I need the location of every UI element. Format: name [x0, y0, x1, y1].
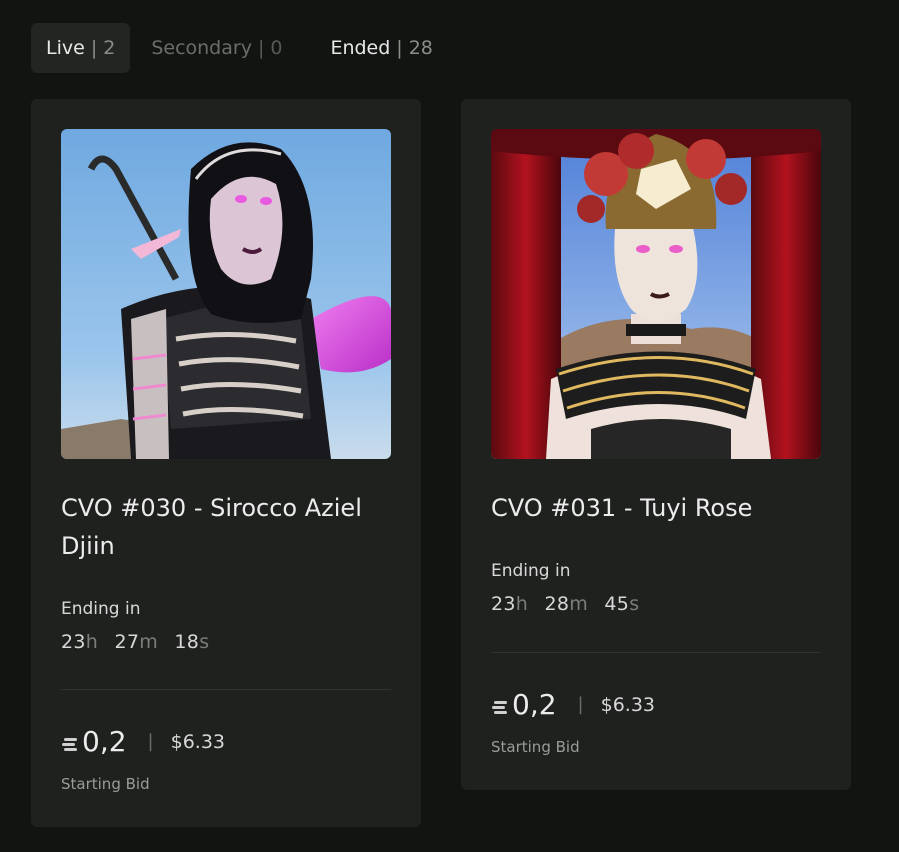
tab-ended[interactable]: Ended | 28 [315, 23, 447, 73]
tab-label: Secondary [151, 37, 252, 59]
countdown-hours: 23 [491, 593, 516, 615]
bid-row: 0,2 | $6.33 [491, 688, 655, 721]
bid-separator: | [577, 694, 584, 715]
tab-live[interactable]: Live | 2 [31, 23, 131, 73]
ending-in-label: Ending in [491, 561, 571, 581]
countdown-hours: 23 [61, 631, 86, 653]
tab-label: Live [46, 37, 85, 59]
seconds-unit: s [199, 631, 210, 653]
nft-title[interactable]: CVO #031 - Tuyi Rose [491, 489, 826, 527]
tab-separator: | [396, 37, 403, 59]
usd-value: $6.33 [600, 693, 656, 716]
tab-secondary[interactable]: Secondary | 0 [136, 23, 297, 73]
countdown-minutes: 28 [544, 593, 570, 615]
minutes-unit: m [569, 593, 589, 615]
minutes-unit: m [139, 631, 159, 653]
auction-card[interactable]: CVO #030 - Sirocco Aziel Djiin Ending in… [31, 99, 421, 827]
bid-row: 0,2 | $6.33 [61, 725, 225, 758]
countdown-seconds: 18 [174, 631, 200, 653]
auction-tabs: Live | 2 Secondary | 0 Ended | 28 [31, 23, 448, 73]
coin-stack-icon [62, 737, 77, 751]
card-divider [61, 689, 391, 690]
bid-separator: | [147, 731, 154, 752]
nft-image[interactable] [61, 129, 391, 459]
seconds-unit: s [629, 593, 640, 615]
tab-count: 28 [408, 37, 433, 59]
auction-card[interactable]: CVO #031 - Tuyi Rose Ending in 23h 28m 4… [461, 99, 851, 790]
countdown-timer: 23h 27m 18s [61, 631, 219, 653]
tab-label: Ended [330, 37, 391, 59]
hours-unit: h [85, 631, 99, 653]
countdown-minutes: 27 [114, 631, 140, 653]
tab-count: 2 [103, 37, 116, 59]
countdown-seconds: 45 [604, 593, 630, 615]
bid-value: 0,2 [512, 688, 557, 721]
starting-bid-label: Starting Bid [491, 738, 580, 756]
card-divider [491, 652, 821, 653]
tab-count: 0 [270, 37, 283, 59]
nft-image[interactable] [491, 129, 821, 459]
countdown-timer: 23h 28m 45s [491, 593, 649, 615]
nft-image-art [491, 129, 821, 459]
hours-unit: h [515, 593, 529, 615]
ending-in-label: Ending in [61, 599, 141, 619]
tab-separator: | [257, 37, 265, 59]
bid-value: 0,2 [82, 725, 127, 758]
nft-title[interactable]: CVO #030 - Sirocco Aziel Djiin [61, 489, 396, 565]
nft-image-art [61, 129, 391, 459]
starting-bid-label: Starting Bid [61, 775, 150, 793]
tab-separator: | [90, 37, 98, 59]
usd-value: $6.33 [170, 730, 226, 753]
coin-stack-icon [492, 700, 507, 714]
